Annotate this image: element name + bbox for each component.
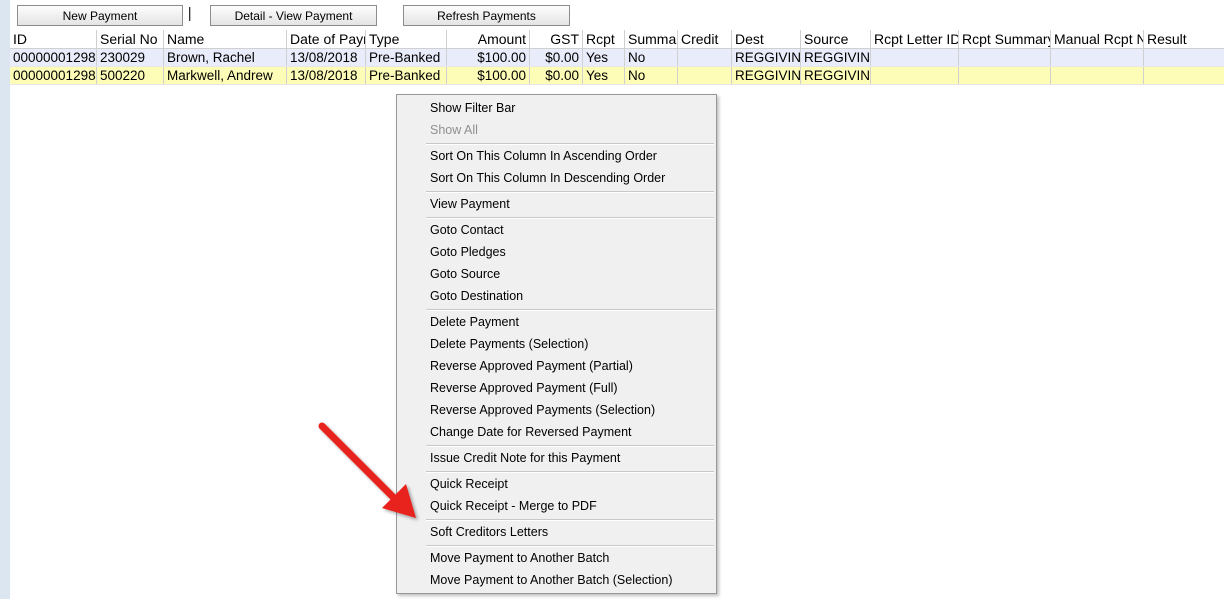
menu-item-move-payment-batch-selection[interactable]: Move Payment to Another Batch (Selection… (397, 569, 716, 591)
cell-date: 13/08/2018 (287, 49, 366, 66)
column-header-rcpt-summary[interactable]: Rcpt Summary (959, 30, 1051, 48)
detail-view-payment-button[interactable]: Detail - View Payment (210, 5, 377, 26)
menu-item-view-payment[interactable]: View Payment (397, 193, 716, 215)
column-header-credit[interactable]: Credit (678, 30, 732, 48)
left-edge-strip (0, 0, 10, 599)
menu-item-show-all[interactable]: Show All (397, 119, 716, 141)
cell-type: Pre-Banked (366, 49, 447, 66)
cell-serial-no: 500220 (97, 67, 164, 84)
refresh-payments-button[interactable]: Refresh Payments (403, 5, 570, 26)
cell-name: Brown, Rachel (164, 49, 287, 66)
column-header-manual-rcpt-no[interactable]: Manual Rcpt N (1051, 30, 1144, 48)
cell-gst: $0.00 (530, 49, 583, 66)
cell-rcpt-summary (959, 49, 1051, 66)
cell-type: Pre-Banked (366, 67, 447, 84)
cell-dest: REGGIVING (732, 67, 801, 84)
cell-amount: $100.00 (447, 49, 530, 66)
cell-serial-no: 230029 (97, 49, 164, 66)
cell-credit (678, 49, 732, 66)
cell-source: REGGIVING (801, 67, 871, 84)
menu-item-soft-creditors-letters[interactable]: Soft Creditors Letters (397, 521, 716, 543)
cell-dest: REGGIVING (732, 49, 801, 66)
column-header-result[interactable]: Result (1144, 30, 1224, 48)
cell-source: REGGIVING (801, 49, 871, 66)
cell-id: 000000012982 (10, 49, 97, 66)
menu-item-goto-destination[interactable]: Goto Destination (397, 285, 716, 307)
cell-summary: No (625, 49, 678, 66)
cell-summary: No (625, 67, 678, 84)
cell-rcpt: Yes (583, 67, 625, 84)
cell-date: 13/08/2018 (287, 67, 366, 84)
cell-result (1144, 67, 1224, 84)
menu-item-sort-ascending[interactable]: Sort On This Column In Ascending Order (397, 145, 716, 167)
column-header-date-of-payment[interactable]: Date of Paym (287, 30, 366, 48)
cell-manual-rcpt-no (1051, 49, 1144, 66)
column-header-rcpt-letter-id[interactable]: Rcpt Letter ID (871, 30, 959, 48)
column-header-dest[interactable]: Dest (732, 30, 801, 48)
cell-result (1144, 49, 1224, 66)
column-header-summary[interactable]: Summar (625, 30, 678, 48)
column-header-type[interactable]: Type (366, 30, 447, 48)
menu-item-quick-receipt[interactable]: Quick Receipt (397, 473, 716, 495)
menu-item-quick-receipt-merge-pdf[interactable]: Quick Receipt - Merge to PDF (397, 495, 716, 517)
column-header-id[interactable]: ID (10, 30, 97, 48)
menu-item-reverse-selection[interactable]: Reverse Approved Payments (Selection) (397, 399, 716, 421)
menu-item-reverse-full[interactable]: Reverse Approved Payment (Full) (397, 377, 716, 399)
menu-item-goto-contact[interactable]: Goto Contact (397, 219, 716, 241)
cell-rcpt-letter-id (871, 67, 959, 84)
column-header-amount[interactable]: Amount (447, 30, 530, 48)
cell-rcpt-summary (959, 67, 1051, 84)
cell-manual-rcpt-no (1051, 67, 1144, 84)
cell-name: Markwell, Andrew (164, 67, 287, 84)
cell-credit (678, 67, 732, 84)
menu-item-sort-descending[interactable]: Sort On This Column In Descending Order (397, 167, 716, 189)
menu-item-goto-source[interactable]: Goto Source (397, 263, 716, 285)
menu-item-change-date-reversed[interactable]: Change Date for Reversed Payment (397, 421, 716, 443)
menu-item-goto-pledges[interactable]: Goto Pledges (397, 241, 716, 263)
column-header-source[interactable]: Source (801, 30, 871, 48)
table-row[interactable]: 000000012984 500220 Markwell, Andrew 13/… (10, 67, 1224, 85)
cell-amount: $100.00 (447, 67, 530, 84)
cell-gst: $0.00 (530, 67, 583, 84)
menu-item-reverse-partial[interactable]: Reverse Approved Payment (Partial) (397, 355, 716, 377)
column-header-gst[interactable]: GST (530, 30, 583, 48)
annotation-arrow-icon (318, 422, 416, 518)
menu-item-delete-payments-selection[interactable]: Delete Payments (Selection) (397, 333, 716, 355)
cell-rcpt-letter-id (871, 49, 959, 66)
new-payment-button[interactable]: New Payment (17, 5, 183, 26)
column-header-serial-no[interactable]: Serial No (97, 30, 164, 48)
grid-header: ID Serial No Name Date of Paym Type Amou… (10, 30, 1224, 49)
menu-item-issue-credit-note[interactable]: Issue Credit Note for this Payment (397, 447, 716, 469)
cell-rcpt: Yes (583, 49, 625, 66)
toolbar: New Payment Detail - View Payment Refres… (10, 0, 1224, 30)
menu-item-show-filter-bar[interactable]: Show Filter Bar (397, 97, 716, 119)
context-menu: Show Filter Bar Show All Sort On This Co… (396, 94, 717, 594)
menu-item-delete-payment[interactable]: Delete Payment (397, 311, 716, 333)
table-row[interactable]: 000000012982 230029 Brown, Rachel 13/08/… (10, 49, 1224, 67)
column-header-name[interactable]: Name (164, 30, 287, 48)
cell-id: 000000012984 (10, 67, 97, 84)
payments-grid: ID Serial No Name Date of Paym Type Amou… (10, 30, 1224, 85)
menu-item-move-payment-batch[interactable]: Move Payment to Another Batch (397, 547, 716, 569)
column-header-rcpt[interactable]: Rcpt (583, 30, 625, 48)
toolbar-separator (189, 7, 191, 21)
